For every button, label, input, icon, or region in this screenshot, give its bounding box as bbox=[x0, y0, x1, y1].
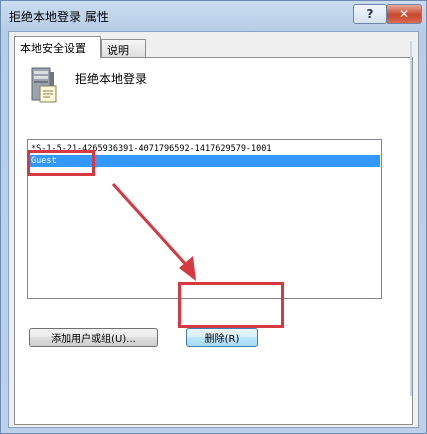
policy-name: 拒绝本地登录 bbox=[75, 72, 148, 86]
help-icon: ? bbox=[366, 7, 374, 21]
tab-label: 本地安全设置 bbox=[20, 41, 86, 55]
users-listbox[interactable]: *S-1-5-21-4265936391-4071796592-14176295… bbox=[27, 139, 382, 299]
dialog-window: 拒绝本地登录 属性 ? ✕ 本地安全设置 说明 拒绝本地登录 *S-1-5-21… bbox=[0, 0, 427, 434]
server-policy-icon bbox=[31, 67, 57, 103]
list-item-text: *S-1-5-21-4265936391-4071796592-14176295… bbox=[31, 144, 272, 154]
close-icon: ✕ bbox=[398, 7, 410, 21]
remove-button[interactable]: 删除(R) bbox=[186, 328, 258, 347]
window-edge bbox=[410, 41, 412, 396]
add-user-or-group-button[interactable]: 添加用户或组(U)... bbox=[29, 328, 158, 347]
remove-button-label: 删除(R) bbox=[204, 334, 240, 345]
tab-panel: 拒绝本地登录 *S-1-5-21-4265936391-4071796592-1… bbox=[14, 57, 413, 425]
dialog-client-area: 本地安全设置 说明 拒绝本地登录 *S-1-5-21-4265936391-40… bbox=[8, 31, 419, 428]
tab-explain[interactable]: 说明 bbox=[101, 39, 146, 59]
close-button[interactable]: ✕ bbox=[386, 4, 422, 24]
window-title: 拒绝本地登录 属性 bbox=[9, 10, 109, 24]
tab-local-security-setting[interactable]: 本地安全设置 bbox=[14, 36, 101, 58]
title-bar[interactable]: 拒绝本地登录 属性 ? ✕ bbox=[1, 1, 426, 31]
help-button[interactable]: ? bbox=[353, 4, 387, 24]
list-item-guest[interactable]: Guest bbox=[30, 155, 380, 167]
list-item[interactable]: *S-1-5-21-4265936391-4071796592-14176295… bbox=[30, 143, 380, 155]
list-item-text: Guest bbox=[31, 156, 57, 166]
tab-label: 说明 bbox=[107, 43, 129, 57]
add-button-label: 添加用户或组(U)... bbox=[51, 334, 136, 345]
